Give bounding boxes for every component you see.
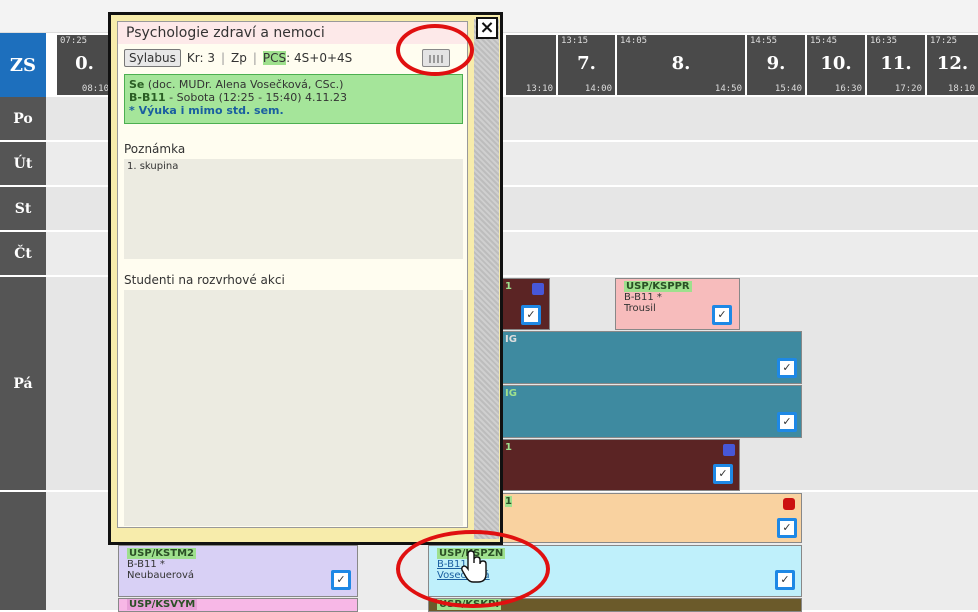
event-info-box: Se (doc. MUDr. Alena Vosečková, CSc.) B-… [124,74,463,124]
students-list [124,290,463,526]
day-label-pa: Pá [0,277,46,492]
note-field: 1. skupina [124,159,463,259]
day-label-ut: Út [0,142,46,187]
checkbox-icon[interactable] [713,464,733,484]
note-label: Poznámka [124,142,186,156]
event-block-peach[interactable]: 1 [480,493,802,543]
event-block-teal-2[interactable]: IG [480,385,802,438]
time-slot-8: 14:05 8. 14:50 [617,35,745,95]
event-time: - Sobota (12:25 - 15:40) 4.11.23 [165,91,348,104]
event-block-kstm2[interactable]: USP/KSTM2 B-B11 * Neubauerová [118,545,358,597]
course-detail-popup: Psychologie zdraví a nemoci Sylabus Kr: … [108,12,503,545]
pcs-value: : 4S+0+4S [286,51,353,65]
event-room: B-B11 [129,91,166,104]
annotation-circle [396,24,474,76]
popup-scrollbar[interactable] [474,19,499,539]
event-block-ksvym[interactable]: USP/KSVYM [118,598,358,612]
separator: | [252,51,257,65]
day-label-po: Po [0,97,46,142]
checkbox-icon[interactable] [777,412,797,432]
credits-text: Kr: 3 [186,51,215,65]
separator: | [220,51,226,65]
event-note: * Výuka i mimo std. sem. [129,104,284,117]
status-square-icon [783,498,795,510]
time-slot-10: 15:45 10. 16:30 [807,35,865,95]
checkbox-icon[interactable] [777,358,797,378]
checkbox-icon[interactable] [775,570,795,590]
note-text: 1. skupina [127,161,179,172]
time-slot-0: 07:25 0. 08:10 [57,35,112,95]
popup-content: Psychologie zdraví a nemoci Sylabus Kr: … [117,21,468,528]
semester-label: ZS [0,33,46,97]
checkbox-icon[interactable] [331,570,351,590]
time-slot-7: 13:15 7. 14:00 [558,35,615,95]
completion-text: Zp [231,51,247,65]
time-slot-6-partial: 13:10 [506,35,556,95]
day-label-st: St [0,187,46,232]
popup-toolbar: Sylabus Kr: 3 | Zp | PCS: 4S+0+4S [124,47,352,69]
day-label-ct: Čt [0,232,46,277]
syllabus-button[interactable]: Sylabus [124,49,181,67]
day-label-so [0,492,46,612]
time-slot-9: 14:55 9. 15:40 [747,35,805,95]
students-label: Studenti na rozvrhové akci [124,273,285,287]
event-block-maroon-2[interactable]: 1 [480,439,740,491]
annotation-circle [396,530,550,608]
event-block-teal-1[interactable]: IG [480,331,802,384]
pcs-label: PCS [262,51,287,65]
event-type: Se [129,78,145,91]
status-square-icon [723,444,735,456]
checkbox-icon[interactable] [521,305,541,325]
event-block-ksppr[interactable]: USP/KSPPR B-B11 * Trousil [615,278,740,330]
close-icon[interactable]: × [476,17,498,39]
time-slot-12: 17:25 12. 18:10 [927,35,978,95]
time-slot-11: 16:35 11. 17:20 [867,35,925,95]
status-square-icon [532,283,544,295]
checkbox-icon[interactable] [712,305,732,325]
event-teacher: (doc. MUDr. Alena Vosečková, CSc.) [147,78,344,91]
checkbox-icon[interactable] [777,518,797,538]
